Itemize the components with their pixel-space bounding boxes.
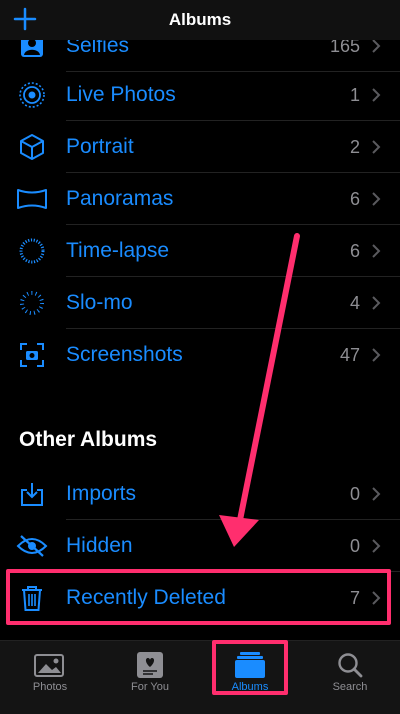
chevron-right-icon: [372, 140, 381, 154]
annotation-highlight-recently-deleted: [6, 569, 391, 625]
album-row-slo-mo[interactable]: Slo-mo 4: [0, 277, 400, 329]
chevron-right-icon: [372, 296, 381, 310]
album-count: 6: [349, 188, 360, 209]
chevron-right-icon: [372, 192, 381, 206]
for-you-icon: [132, 649, 168, 681]
chevron-right-icon: [372, 244, 381, 258]
album-label: Live Photos: [66, 83, 176, 106]
album-label: Imports: [66, 482, 137, 505]
tab-photos[interactable]: Photos: [0, 641, 100, 714]
photos-icon: [32, 649, 68, 681]
add-album-button[interactable]: [10, 4, 40, 34]
album-label: Portrait: [66, 135, 134, 158]
album-count: 1: [349, 84, 360, 105]
album-label: Time-lapse: [66, 239, 170, 262]
plus-icon: [13, 7, 37, 31]
chevron-right-icon: [372, 539, 381, 553]
album-label: Panoramas: [66, 187, 174, 210]
portrait-cube-icon: [16, 131, 48, 163]
album-row-live-photos[interactable]: Live Photos 1: [0, 69, 400, 121]
tab-bar: Photos For You Albums Search: [0, 640, 400, 714]
timelapse-icon: [16, 235, 48, 267]
album-count: 0: [349, 483, 360, 504]
album-row-panoramas[interactable]: Panoramas 6: [0, 173, 400, 225]
album-count: 47: [339, 344, 360, 365]
section-title-other-albums: Other Albums: [19, 428, 158, 451]
tab-for-you[interactable]: For You: [100, 641, 200, 714]
album-count: 0: [349, 535, 360, 556]
tab-label: Photos: [32, 681, 68, 693]
album-row-hidden[interactable]: Hidden 0: [0, 520, 400, 572]
album-count: 2: [349, 136, 360, 157]
page-title: Albums: [168, 10, 232, 29]
album-label: Slo-mo: [66, 291, 133, 314]
nav-bar: Albums: [0, 0, 400, 40]
album-row-imports[interactable]: Imports 0: [0, 468, 400, 520]
album-count: 4: [349, 292, 360, 313]
album-count: 6: [349, 240, 360, 261]
chevron-right-icon: [372, 348, 381, 362]
album-label: Hidden: [66, 534, 133, 557]
album-row-time-lapse[interactable]: Time-lapse 6: [0, 225, 400, 277]
slomo-icon: [16, 287, 48, 319]
import-icon: [16, 478, 48, 510]
chevron-right-icon: [372, 39, 381, 53]
tab-search[interactable]: Search: [300, 641, 400, 714]
album-label: Screenshots: [66, 343, 183, 366]
tab-label: For You: [131, 681, 169, 693]
chevron-right-icon: [372, 88, 381, 102]
eye-slash-icon: [16, 530, 48, 562]
tab-label: Search: [332, 681, 368, 693]
screenshot-icon: [16, 339, 48, 371]
album-row-screenshots[interactable]: Screenshots 47: [0, 329, 400, 381]
album-row-portrait[interactable]: Portrait 2: [0, 121, 400, 173]
search-icon: [332, 649, 368, 681]
panorama-icon: [16, 183, 48, 215]
annotation-highlight-albums-tab: [212, 640, 288, 695]
chevron-right-icon: [372, 487, 381, 501]
live-photo-icon: [16, 79, 48, 111]
